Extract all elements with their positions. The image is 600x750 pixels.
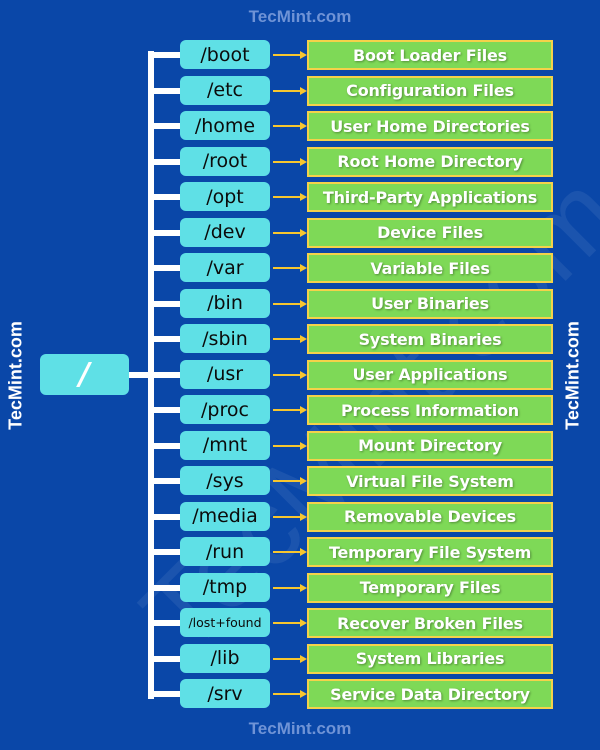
directory-node: /dev [180,217,270,247]
arrow-right-icon [273,51,307,59]
directory-description: Root Home Directory [307,146,553,177]
directory-node: /boot [180,40,270,69]
directory-node: /opt [180,182,270,211]
arrow-right-icon [273,406,307,414]
directory-description: Mount Directory [307,430,553,461]
arrow-right-icon [273,548,307,556]
site-label-bottom: TecMint.com [248,719,352,738]
branch-line [151,620,181,626]
directory-node: /root [180,146,270,176]
directory-node: /home [180,111,270,140]
directory-description: Device Files [307,217,553,248]
branch-line [151,513,181,520]
branch-line [151,300,181,307]
directory-node: /mnt [180,430,270,460]
directory-description: Temporary File System [307,537,553,567]
arrow-right-icon [273,512,307,521]
directory-description: Configuration Files [307,75,553,106]
directory-row: /mnt Mount Directory [0,430,600,461]
arrow-right-icon [273,654,307,663]
directory-row: /boot Boot Loader Files [0,40,600,70]
directory-row: /dev Device Files [0,217,600,248]
directory-row: /opt Third-Party Applications [0,182,600,212]
arrow-right-icon [273,477,307,485]
directory-description: Process Information [307,395,553,425]
branch-line [151,442,181,449]
directory-node: /srv [180,679,270,708]
branch-line [151,478,181,484]
directory-description: User Home Directories [307,111,553,141]
branch-line [151,407,181,413]
arrow-right-icon [273,370,307,379]
arrow-right-icon [273,583,307,592]
directory-node: /sys [180,466,270,495]
directory-row: /tmp Temporary Files [0,572,600,603]
directory-node: /run [180,537,270,566]
directory-row: /sys Virtual File System [0,466,600,496]
directory-row: /usr User Applications [0,359,600,390]
branch-line [151,336,181,342]
directory-node: /usr [180,359,270,389]
directory-row: /sbin System Binaries [0,324,600,354]
site-label-top: TecMint.com [248,7,352,26]
directory-node: /sbin [180,324,270,353]
branch-line [151,691,181,697]
branch-line [151,371,181,378]
branch-line [151,87,181,94]
directory-description: Virtual File System [307,466,553,496]
directory-description: Recover Broken Files [307,608,553,638]
directory-description: System Libraries [307,643,553,674]
directory-description: Service Data Directory [307,679,553,709]
directory-description: Temporary Files [307,572,553,603]
directory-node: /etc [180,75,270,105]
arrow-right-icon [273,157,307,166]
arrow-right-icon [273,335,307,343]
branch-line [151,655,181,662]
directory-node: /lost+found [180,608,270,637]
directory-row: /var Variable Files [0,253,600,283]
arrow-right-icon [273,264,307,272]
directory-row: /proc Process Information [0,395,600,425]
directory-node: /proc [180,395,270,424]
directory-row: /run Temporary File System [0,537,600,567]
arrow-right-icon [273,228,307,237]
branch-line [151,123,181,129]
branch-line [151,158,181,165]
directory-node: /var [180,253,270,282]
directory-row: /srv Service Data Directory [0,679,600,709]
directory-node: /lib [180,643,270,673]
directory-row: /lost+found Recover Broken Files [0,608,600,638]
directory-description: User Applications [307,359,553,390]
branch-line [151,229,181,236]
directory-row: /home User Home Directories [0,111,600,141]
directory-row: /media Removable Devices [0,501,600,532]
directory-row: /lib System Libraries [0,643,600,674]
branch-line [151,265,181,271]
branch-line [151,584,181,591]
arrow-right-icon [273,299,307,308]
directory-description: Boot Loader Files [307,40,553,70]
arrow-right-icon [273,86,307,95]
directory-description: Removable Devices [307,501,553,532]
branch-line [151,194,181,200]
directory-description: Variable Files [307,253,553,283]
directory-description: System Binaries [307,324,553,354]
arrow-right-icon [273,122,307,130]
directory-node: /media [180,501,270,531]
directory-description: User Binaries [307,288,553,319]
arrow-right-icon [273,690,307,698]
branch-line [151,52,181,58]
directory-node: /bin [180,288,270,318]
arrow-right-icon [273,619,307,627]
arrow-right-icon [273,441,307,450]
directory-row: /root Root Home Directory [0,146,600,177]
directory-row: /bin User Binaries [0,288,600,319]
arrow-right-icon [273,193,307,201]
directory-row: /etc Configuration Files [0,75,600,106]
branch-line [151,549,181,555]
directory-node: /tmp [180,572,270,602]
directory-description: Third-Party Applications [307,182,553,212]
